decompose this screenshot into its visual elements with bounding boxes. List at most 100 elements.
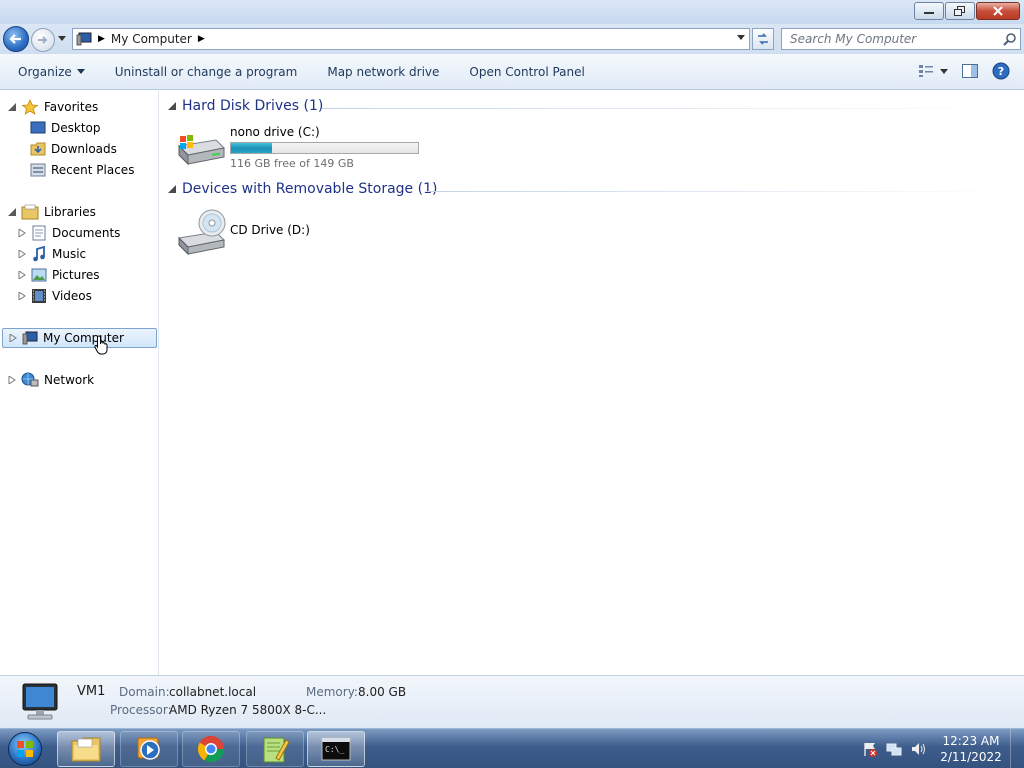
refresh-button[interactable]	[752, 28, 774, 50]
action-center-flag-icon[interactable]	[862, 741, 878, 757]
title-bar	[0, 0, 1024, 24]
recent-pages-dropdown[interactable]	[58, 36, 66, 41]
nav-item-documents[interactable]: Documents	[18, 223, 120, 243]
nav-item-music[interactable]: Music	[18, 244, 86, 264]
minimize-icon	[924, 12, 934, 14]
windows-flag-icon	[17, 741, 33, 757]
start-button[interactable]	[4, 730, 46, 768]
restore-icon	[954, 6, 965, 16]
expanded-triangle-icon[interactable]	[8, 208, 16, 216]
memory-label: Memory:	[306, 685, 358, 699]
processor-value: AMD Ryzen 7 5800X 8-C...	[169, 703, 327, 717]
nav-libraries-label: Libraries	[44, 205, 96, 219]
collapsed-triangle-icon[interactable]	[18, 250, 26, 258]
clock[interactable]: 12:23 AM 2/11/2022	[936, 733, 1006, 765]
show-desktop-button[interactable]	[1010, 729, 1024, 768]
search-icon[interactable]	[1003, 33, 1016, 46]
window-controls	[914, 2, 1020, 20]
desktop-icon	[30, 121, 46, 134]
nav-item-label: Documents	[52, 226, 121, 240]
nav-item-videos[interactable]: Videos	[18, 286, 92, 306]
documents-icon	[32, 225, 46, 241]
taskbar-app-file-explorer[interactable]	[57, 731, 115, 767]
search-box[interactable]: Search My Computer	[781, 28, 1021, 50]
svg-text:C:\_: C:\_	[325, 745, 344, 754]
minimize-button[interactable]	[914, 2, 944, 20]
nav-libraries[interactable]: Libraries	[8, 202, 96, 222]
expanded-triangle-icon[interactable]	[168, 102, 176, 110]
refresh-icon	[758, 33, 768, 45]
nav-item-label: Pictures	[52, 268, 100, 282]
nav-item-pictures[interactable]: Pictures	[18, 265, 100, 285]
organize-button[interactable]: Organize	[0, 58, 100, 86]
clock-time: 12:23 AM	[942, 734, 1000, 748]
organize-label: Organize	[18, 64, 72, 79]
nav-favorites[interactable]: Favorites	[8, 97, 98, 117]
group-removable-storage[interactable]: Devices with Removable Storage (1)	[168, 181, 437, 197]
group-divider	[322, 108, 1012, 109]
taskbar: C:\_ 12:23 AM 2/11/2022	[0, 728, 1024, 768]
maximize-button[interactable]	[945, 2, 975, 20]
nav-item-label: Videos	[52, 289, 92, 303]
command-bar: Organize Uninstall or change a program M…	[0, 54, 1024, 90]
back-arrow-icon	[9, 34, 21, 44]
uninstall-program-button[interactable]: Uninstall or change a program	[100, 58, 313, 86]
pictures-icon	[31, 268, 47, 282]
collapsed-triangle-icon[interactable]	[18, 292, 26, 300]
nav-my-computer[interactable]: My Computer	[2, 328, 157, 348]
computer-icon	[22, 331, 38, 345]
computer-icon	[76, 32, 92, 46]
navigation-bar: ▶ My Computer ▶ Search My Computer	[0, 24, 1024, 54]
map-network-drive-button[interactable]: Map network drive	[312, 58, 454, 86]
collapsed-triangle-icon[interactable]	[18, 271, 26, 279]
notepad-plus-plus-icon	[263, 737, 290, 763]
address-bar[interactable]: ▶ My Computer ▶	[72, 28, 750, 50]
group-hard-disk-drives[interactable]: Hard Disk Drives (1)	[168, 98, 323, 114]
music-icon	[33, 246, 45, 262]
collapsed-triangle-icon[interactable]	[9, 334, 17, 342]
back-button[interactable]	[3, 26, 29, 52]
network-status-icon[interactable]	[886, 741, 902, 757]
system-tray: 12:23 AM 2/11/2022	[862, 729, 1024, 768]
volume-icon[interactable]	[910, 741, 926, 757]
help-icon[interactable]: ?	[992, 62, 1010, 80]
drive-c[interactable]: nono drive (C:) 116 GB free of 149 GB	[176, 124, 419, 170]
open-control-panel-button[interactable]: Open Control Panel	[454, 58, 599, 86]
svg-text:?: ?	[998, 65, 1004, 78]
expanded-triangle-icon[interactable]	[168, 185, 176, 193]
close-button[interactable]	[976, 2, 1020, 20]
taskbar-app-command-prompt[interactable]: C:\_	[307, 731, 365, 767]
command-prompt-icon: C:\_	[321, 737, 351, 761]
explorer-folder-icon	[71, 737, 101, 762]
forward-arrow-icon	[38, 36, 48, 44]
address-dropdown-icon[interactable]	[737, 35, 745, 40]
breadcrumb-arrow-icon[interactable]: ▶	[198, 34, 205, 44]
nav-item-label: Music	[52, 247, 87, 261]
nav-favorites-label: Favorites	[44, 100, 99, 114]
collapsed-triangle-icon[interactable]	[8, 376, 16, 384]
nav-item-downloads[interactable]: Downloads	[30, 139, 117, 159]
breadcrumb-my-computer[interactable]: My Computer	[111, 32, 192, 46]
nav-item-desktop[interactable]: Desktop	[30, 118, 101, 138]
nav-network-label: Network	[44, 373, 95, 387]
taskbar-app-notepad-plus-plus[interactable]	[246, 731, 304, 767]
preview-pane-icon[interactable]	[962, 64, 978, 78]
domain-value: collabnet.local	[169, 685, 257, 699]
drive-usage-bar	[230, 142, 419, 154]
collapsed-triangle-icon[interactable]	[18, 229, 26, 237]
taskbar-app-media-player[interactable]	[120, 731, 178, 767]
computer-name: VM1	[77, 684, 106, 699]
drive-free-space: 116 GB free of 149 GB	[230, 157, 354, 170]
nav-network[interactable]: Network	[8, 370, 94, 390]
change-view-button[interactable]	[918, 64, 948, 78]
breadcrumb-arrow-icon[interactable]: ▶	[98, 34, 105, 44]
nav-my-computer-label: My Computer	[43, 331, 124, 345]
tray-icons	[862, 741, 926, 757]
drive-d[interactable]: CD Drive (D:)	[176, 208, 310, 256]
forward-button[interactable]	[31, 28, 55, 52]
downloads-folder-icon	[30, 142, 46, 156]
expanded-triangle-icon[interactable]	[8, 103, 16, 111]
taskbar-app-chrome[interactable]	[182, 731, 240, 767]
nav-item-recent-places[interactable]: Recent Places	[30, 160, 134, 180]
memory-value: 8.00 GB	[358, 685, 407, 699]
